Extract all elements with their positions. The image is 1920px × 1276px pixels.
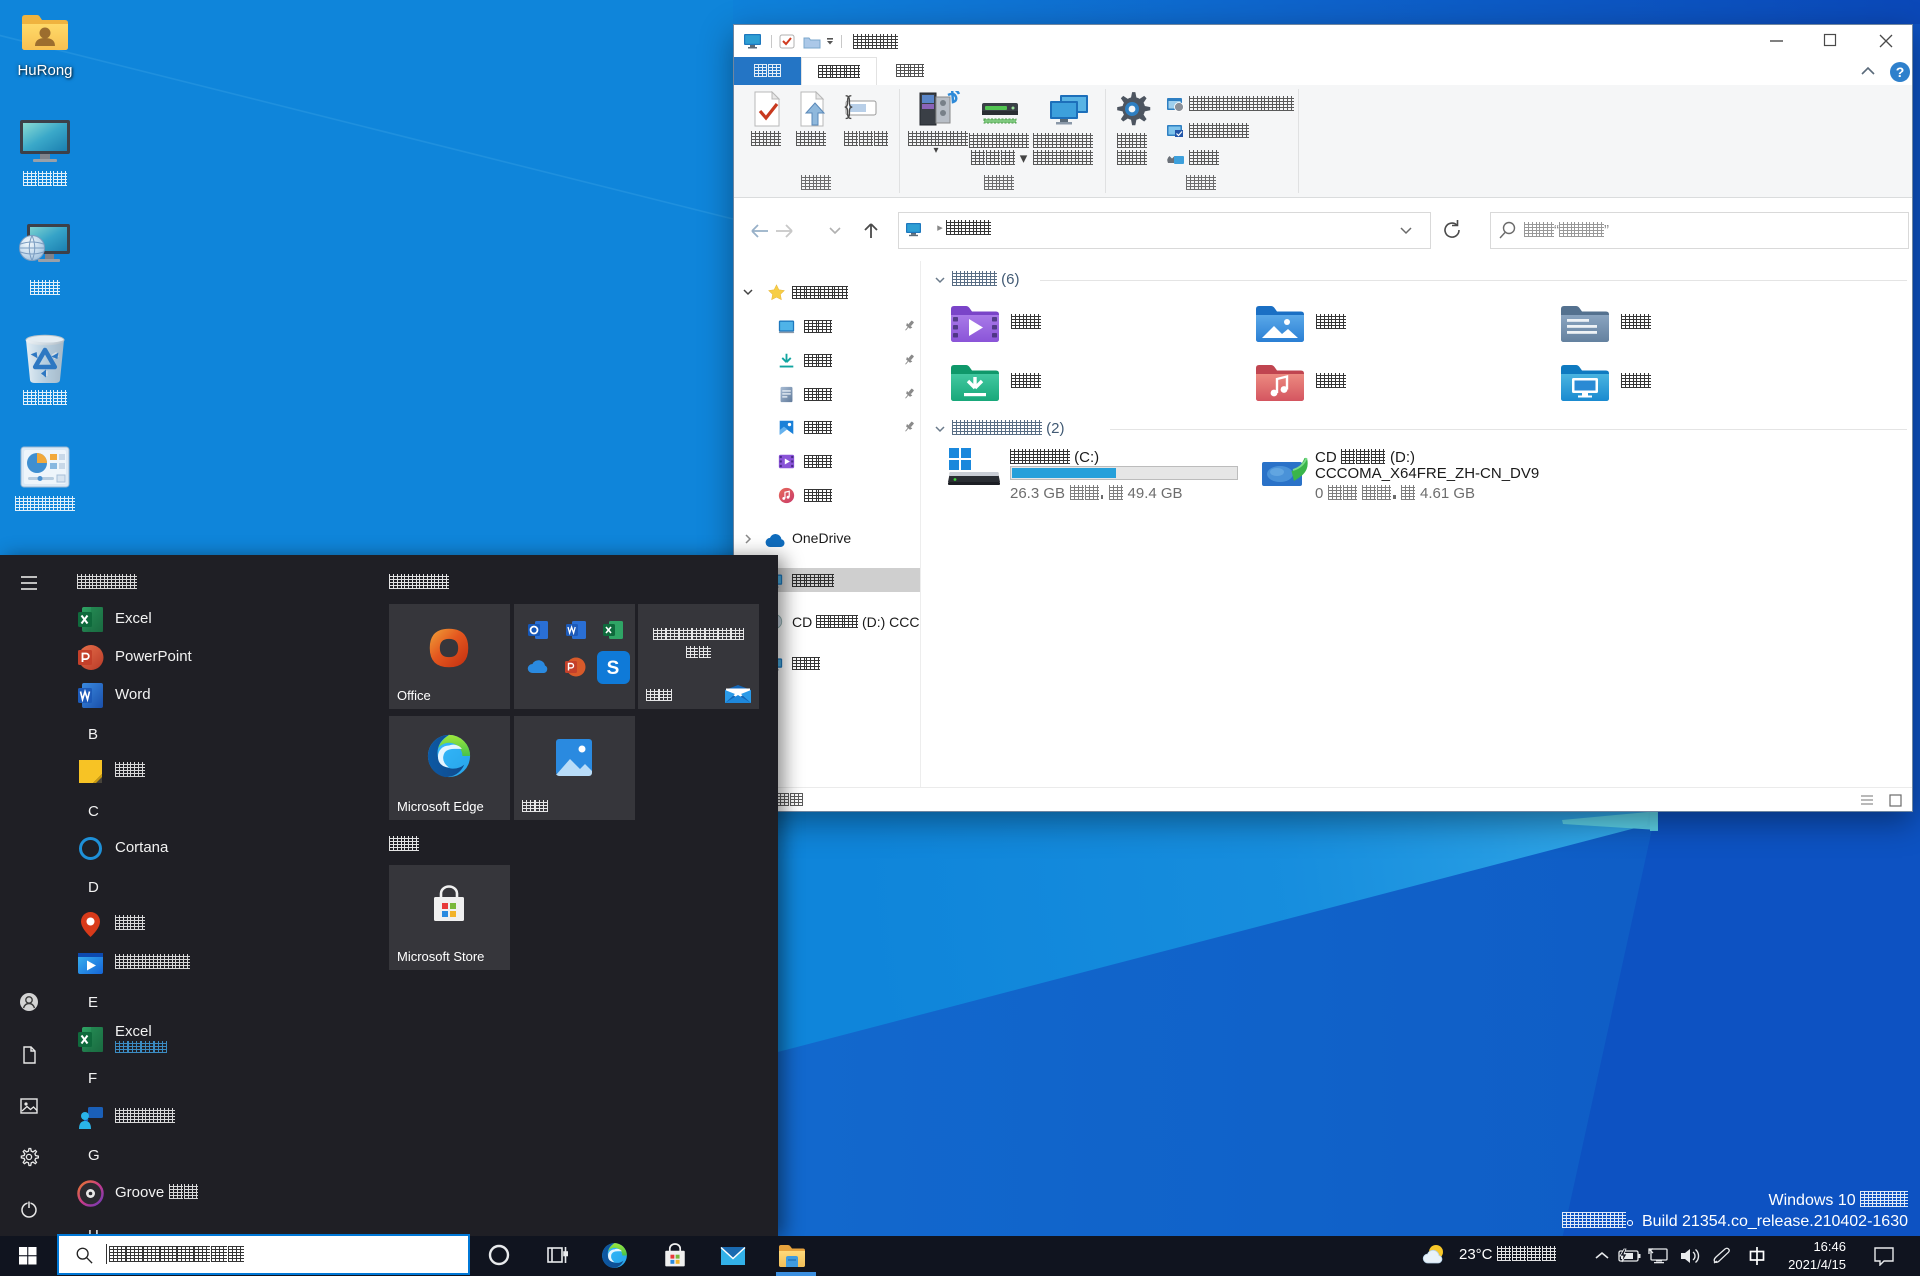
svg-text:?: ? (1896, 64, 1905, 80)
svg-text:S: S (607, 658, 620, 679)
